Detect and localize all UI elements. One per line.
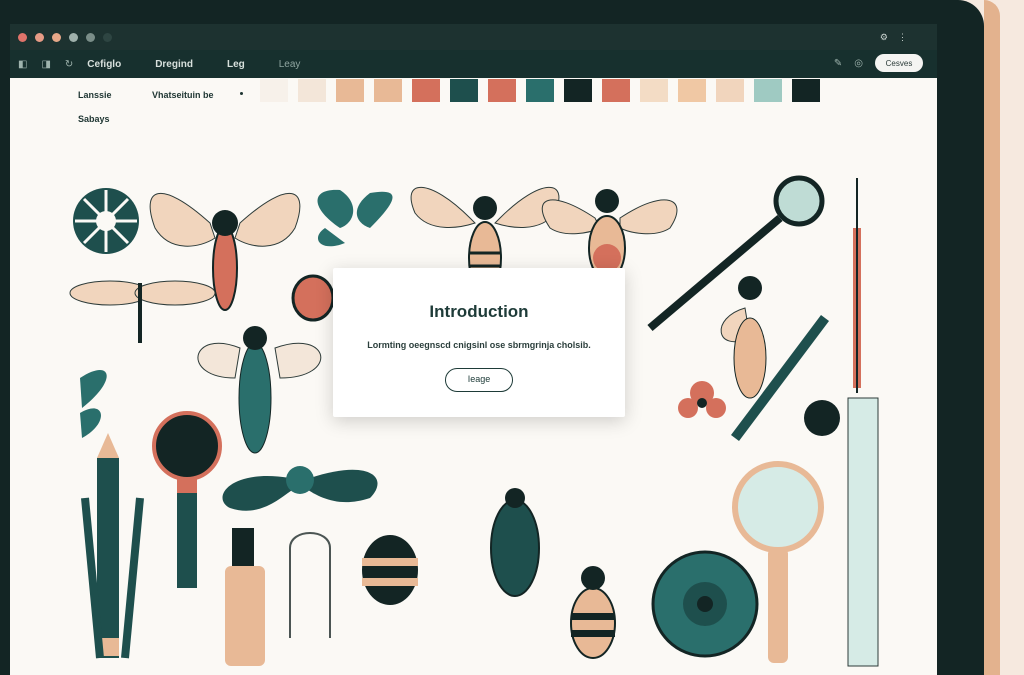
swatch-6[interactable] bbox=[450, 79, 478, 102]
wheel-icon bbox=[73, 188, 139, 254]
moth-dark-illustration bbox=[222, 466, 378, 511]
toolbar-action-button[interactable]: Cesves bbox=[875, 54, 923, 72]
maximize-window-button[interactable] bbox=[52, 32, 61, 42]
intro-modal: Introduction Lormting oeegnscd cnigsinl … bbox=[333, 268, 625, 417]
swatch-11[interactable] bbox=[640, 79, 668, 102]
menu-item-4[interactable]: Leay bbox=[279, 59, 301, 70]
device-edge bbox=[984, 0, 1000, 675]
swatch-5[interactable] bbox=[412, 79, 440, 102]
refresh-icon[interactable]: ↻ bbox=[65, 59, 73, 70]
pencil-icon bbox=[81, 433, 144, 659]
dragonfly-illustration bbox=[69, 280, 216, 343]
settings-icon[interactable]: ⚙ bbox=[880, 32, 888, 43]
leaf-left-1 bbox=[80, 369, 107, 408]
app-window: ⚙ ⋮ ◧ ◨ ↻ Cefiglo Dregind Leg Leay ✎ ◎ C… bbox=[10, 24, 937, 675]
swatch-9[interactable] bbox=[564, 79, 592, 102]
edit-icon[interactable]: ✎ bbox=[834, 58, 842, 69]
swatch-1[interactable] bbox=[260, 79, 288, 102]
title-bar: ⚙ ⋮ bbox=[10, 24, 937, 50]
toolbar: ◧ ◨ ↻ Cefiglo Dregind Leg Leay ✎ ◎ Cesve… bbox=[10, 50, 937, 78]
minimize-window-button[interactable] bbox=[35, 32, 44, 42]
swatch-8[interactable] bbox=[526, 79, 554, 102]
swatch-12[interactable] bbox=[678, 79, 706, 102]
wire-icon bbox=[289, 532, 331, 638]
window-control-6[interactable] bbox=[103, 32, 112, 42]
mirror-icon bbox=[152, 411, 222, 588]
menu-icon[interactable]: ⋮ bbox=[898, 32, 907, 43]
swatch-2[interactable] bbox=[298, 79, 326, 102]
back-icon[interactable]: ◧ bbox=[18, 59, 27, 70]
tweezers-icon bbox=[853, 178, 861, 393]
bee-illustration bbox=[541, 189, 678, 281]
disc-icon bbox=[651, 550, 759, 658]
bottle-icon bbox=[225, 528, 265, 666]
swatch-7[interactable] bbox=[488, 79, 516, 102]
header-label-c: Sabays bbox=[78, 114, 110, 124]
swatch-13[interactable] bbox=[716, 79, 744, 102]
swatch-4[interactable] bbox=[374, 79, 402, 102]
striped-bug-illustration bbox=[291, 274, 335, 322]
modal-title: Introduction bbox=[429, 302, 529, 321]
window-control-4[interactable] bbox=[69, 32, 78, 42]
swatch-15[interactable] bbox=[792, 79, 820, 102]
menu-item-1[interactable]: Cefiglo bbox=[87, 59, 121, 70]
bee-right-illustration bbox=[570, 566, 616, 659]
forward-icon[interactable]: ◨ bbox=[41, 59, 50, 70]
leaf-left-2 bbox=[80, 408, 101, 438]
header-label-a: Lanssie bbox=[78, 90, 112, 100]
beetle-illustration bbox=[490, 488, 540, 597]
color-palette bbox=[260, 79, 820, 102]
globe-icon[interactable]: ◎ bbox=[854, 58, 863, 69]
swatch-10[interactable] bbox=[602, 79, 630, 102]
close-window-button[interactable] bbox=[18, 32, 27, 42]
menu-item-2[interactable]: Dregind bbox=[155, 59, 193, 70]
header-separator bbox=[240, 92, 243, 95]
magnifier-icon bbox=[647, 175, 825, 332]
header-label-b: Vhatseituin be bbox=[152, 90, 214, 100]
window-control-5[interactable] bbox=[86, 32, 95, 42]
modal-text: Lormting oeegnscd cnigsinl ose sbrmgrinj… bbox=[367, 340, 591, 350]
flower-illustration bbox=[678, 381, 726, 418]
ball-icon bbox=[804, 400, 840, 436]
swatch-14[interactable] bbox=[754, 79, 782, 102]
hornet-illustration bbox=[720, 276, 767, 399]
ruler-icon bbox=[847, 397, 879, 667]
menu-item-3[interactable]: Leg bbox=[227, 59, 245, 70]
bee-bottom-illustration bbox=[362, 535, 418, 605]
swatch-3[interactable] bbox=[336, 79, 364, 102]
modal-action-button[interactable]: Ieage bbox=[445, 368, 513, 392]
